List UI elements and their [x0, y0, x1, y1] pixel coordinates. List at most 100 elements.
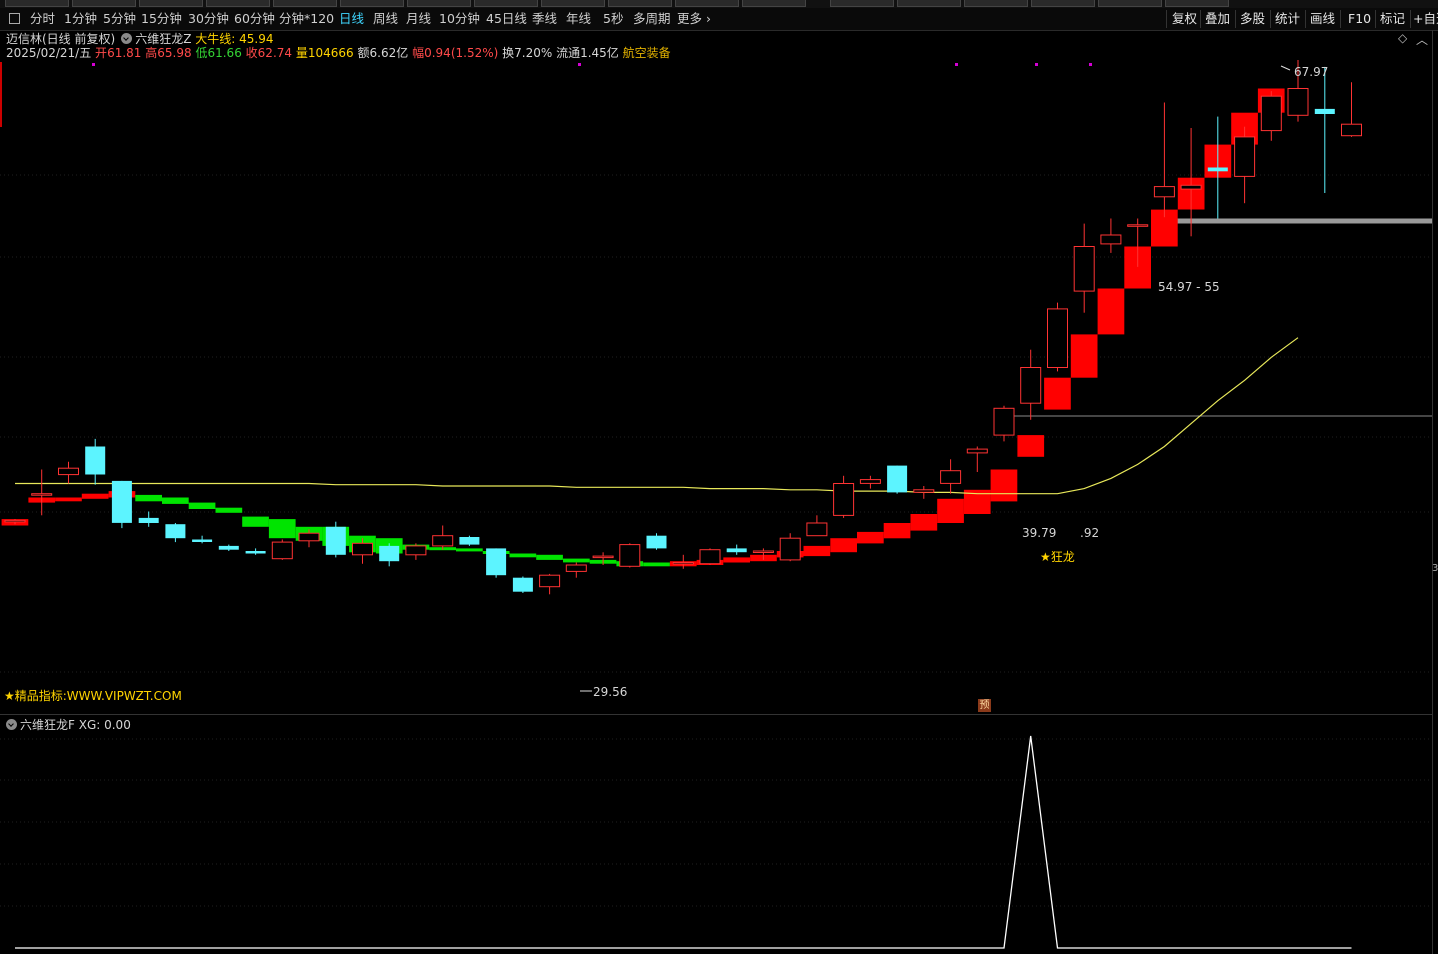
draw-line-button[interactable]: 画线: [1310, 11, 1335, 27]
period-tab-60min[interactable]: 60分钟: [234, 11, 275, 27]
candle-body[interactable]: [806, 522, 828, 537]
indicator-name[interactable]: 六维狂龙Z: [135, 32, 191, 46]
ribbon-segment: [1044, 377, 1071, 410]
mark-button[interactable]: 标记: [1380, 11, 1405, 27]
right-axis-value: 3: [1432, 563, 1438, 574]
candle-body[interactable]: [459, 537, 480, 545]
candle-body[interactable]: [1314, 108, 1335, 114]
candle-body[interactable]: [298, 532, 320, 542]
candle-body[interactable]: [1100, 234, 1122, 245]
candle-body[interactable]: [1180, 184, 1202, 190]
period-tab-5sec[interactable]: 5秒: [603, 11, 623, 27]
indicator-dropdown-icon[interactable]: [121, 33, 133, 44]
candle-body[interactable]: [379, 545, 400, 562]
candle-body[interactable]: [1127, 224, 1149, 227]
statistics-button[interactable]: 统计: [1275, 11, 1300, 27]
sub-indicator-chart[interactable]: [0, 716, 1432, 954]
period-tab-daily[interactable]: 日线: [339, 11, 364, 27]
high-value: 65.98: [157, 46, 192, 60]
f10-button[interactable]: F10: [1348, 11, 1371, 27]
candle-body[interactable]: [405, 545, 427, 556]
candle-body[interactable]: [4, 519, 26, 523]
period-tab-5min[interactable]: 5分钟: [103, 11, 136, 27]
ribbon-segment: [242, 516, 269, 527]
candle-body[interactable]: [138, 517, 159, 523]
panel-divider[interactable]: [0, 714, 1432, 715]
kline-chart[interactable]: [0, 60, 1432, 714]
candle-body[interactable]: [859, 479, 881, 484]
change-value: 0.94(1.52%): [424, 46, 499, 60]
candle-body[interactable]: [165, 524, 186, 539]
candle-body[interactable]: [1341, 123, 1362, 137]
candle-body[interactable]: [966, 448, 988, 454]
period-tab-weekly[interactable]: 周线: [373, 11, 398, 27]
chevron-up-icon[interactable]: ︿: [1416, 31, 1428, 48]
period-tab-15min[interactable]: 15分钟: [141, 11, 182, 27]
candle-body[interactable]: [833, 483, 855, 516]
candle-body[interactable]: [486, 548, 507, 576]
candle-body[interactable]: [1207, 167, 1228, 172]
candle-body[interactable]: [218, 545, 239, 550]
open-label: 开: [95, 46, 108, 60]
diamond-icon[interactable]: ◇: [1398, 31, 1407, 45]
candle-body[interactable]: [192, 539, 213, 543]
ribbon-segment: [937, 498, 964, 523]
turnover-value: 换7.20%: [502, 46, 553, 60]
candle-body[interactable]: [1047, 308, 1068, 368]
restore-rights-button[interactable]: 复权: [1172, 11, 1197, 27]
candle-body[interactable]: [111, 480, 132, 523]
candle-body[interactable]: [1153, 186, 1175, 198]
period-tab-fenshi[interactable]: 分时: [30, 11, 55, 27]
candle-body[interactable]: [1020, 367, 1042, 404]
sidebar-toggle-icon[interactable]: [9, 13, 20, 24]
candle-body[interactable]: [58, 467, 79, 476]
candle-body[interactable]: [913, 489, 935, 493]
candle-body[interactable]: [31, 493, 53, 496]
candle-body[interactable]: [752, 550, 774, 553]
ribbon-segment: [910, 514, 938, 531]
period-tab-120min[interactable]: 分钟*120: [279, 11, 334, 27]
candle-body[interactable]: [245, 551, 266, 554]
candle-body[interactable]: [1287, 88, 1309, 116]
candle-body[interactable]: [1234, 136, 1256, 177]
ribbon-segment: [1097, 288, 1125, 335]
period-tab-monthly[interactable]: 月线: [406, 11, 431, 27]
period-tab-10min[interactable]: 10分钟: [439, 11, 480, 27]
overlay-button[interactable]: 叠加: [1205, 11, 1230, 27]
candle-body[interactable]: [1073, 246, 1095, 292]
candle-body[interactable]: [352, 542, 373, 556]
candle-body[interactable]: [325, 526, 346, 555]
candle-body[interactable]: [887, 465, 908, 493]
close-label: 收: [245, 46, 258, 60]
period-tab-more[interactable]: 更多 ›: [677, 11, 711, 27]
candle-body[interactable]: [672, 562, 694, 565]
candle-body[interactable]: [993, 407, 1015, 436]
candle-body[interactable]: [699, 549, 721, 565]
multi-stock-button[interactable]: 多股: [1240, 11, 1265, 27]
sector-label[interactable]: 航空装备: [623, 46, 671, 60]
candle-body[interactable]: [646, 535, 667, 549]
candle-body[interactable]: [432, 535, 454, 547]
period-tab-multi[interactable]: 多周期: [633, 11, 671, 27]
candle-body[interactable]: [85, 446, 106, 475]
period-tab-1min[interactable]: 1分钟: [64, 11, 97, 27]
period-tab-45day[interactable]: 45日线: [486, 11, 527, 27]
candle-body[interactable]: [1260, 95, 1282, 132]
ribbon-segment: [536, 554, 563, 560]
add-watchlist-button[interactable]: +自选: [1413, 11, 1438, 27]
candle-body[interactable]: [565, 564, 587, 572]
ribbon-segment: [215, 507, 243, 513]
candle-body[interactable]: [726, 548, 747, 553]
candle-body[interactable]: [271, 541, 293, 560]
candle-body[interactable]: [940, 470, 962, 484]
period-tab-year[interactable]: 年线: [566, 11, 591, 27]
candle-body[interactable]: [512, 577, 533, 592]
period-tab-quarter[interactable]: 季线: [532, 11, 557, 27]
candle-body[interactable]: [592, 555, 614, 559]
candle-body[interactable]: [619, 544, 641, 567]
volume-label: 量: [295, 46, 308, 60]
candle-body[interactable]: [779, 537, 801, 561]
candle-body[interactable]: [539, 574, 561, 588]
forecast-badge[interactable]: 预: [978, 699, 991, 712]
period-tab-30min[interactable]: 30分钟: [188, 11, 229, 27]
